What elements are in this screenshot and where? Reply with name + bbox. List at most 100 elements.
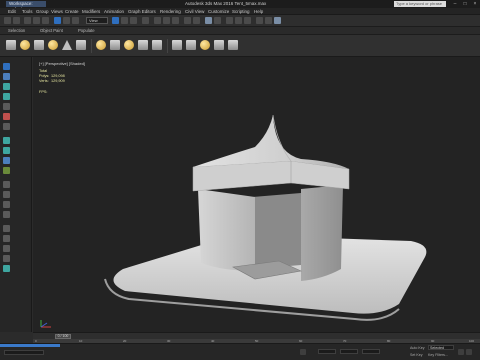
snap-icon[interactable] <box>154 17 161 24</box>
tent-right-wall <box>301 185 343 281</box>
menu-help[interactable]: Help <box>254 8 263 15</box>
rotate-icon[interactable] <box>121 17 128 24</box>
unlink-icon[interactable] <box>33 17 40 24</box>
angle-snap-icon[interactable] <box>163 17 170 24</box>
graphite-icon-2[interactable] <box>3 147 10 154</box>
lock-icon[interactable] <box>300 349 306 355</box>
menu-group[interactable]: Group <box>36 8 49 15</box>
render-setup-icon[interactable] <box>256 17 263 24</box>
tool-icon-h[interactable] <box>3 255 10 262</box>
tool-icon-a[interactable] <box>3 181 10 188</box>
timeline[interactable]: 0 / 100 0 10 20 30 40 50 60 70 80 90 100 <box>33 332 480 344</box>
ribbon-toggle-icon[interactable] <box>214 17 221 24</box>
menu-animation[interactable]: Animation <box>104 8 124 15</box>
undo-icon[interactable] <box>4 17 11 24</box>
ribbon-panel <box>0 35 480 57</box>
bind-icon[interactable] <box>42 17 49 24</box>
redo-icon[interactable] <box>13 17 20 24</box>
tool-icon-d[interactable] <box>3 211 10 218</box>
tab-populate[interactable]: Populate <box>78 28 95 34</box>
red-tool-icon[interactable] <box>3 113 10 120</box>
graphite-icon-1[interactable] <box>3 137 10 144</box>
modify-icon[interactable] <box>172 40 182 50</box>
maxscript-listener-strip[interactable] <box>0 344 60 347</box>
cone-primitive-icon[interactable] <box>62 40 72 50</box>
menu-tools[interactable]: Tools <box>22 8 33 15</box>
rendered-frame-icon[interactable] <box>265 17 272 24</box>
maxscript-input[interactable] <box>4 350 44 355</box>
select-tool-icon[interactable] <box>3 73 10 80</box>
material-editor-icon[interactable] <box>244 17 251 24</box>
minimize-icon[interactable]: – <box>450 0 460 8</box>
link-icon[interactable] <box>24 17 31 24</box>
selected-dropdown[interactable]: Selected <box>428 345 454 350</box>
sphere-primitive-icon[interactable] <box>20 40 30 50</box>
percent-snap-icon[interactable] <box>172 17 179 24</box>
graphite-icon-4[interactable] <box>3 167 10 174</box>
tab-selection[interactable]: Selection <box>8 28 25 34</box>
tool-icon-e[interactable] <box>3 225 10 232</box>
torus-primitive-icon[interactable] <box>48 40 58 50</box>
key-filters-button[interactable]: Key Filters... <box>428 353 448 357</box>
create-tab-icon[interactable] <box>3 63 10 70</box>
render-icon[interactable] <box>274 17 281 24</box>
status-bar: Auto Key Selected Set Key Key Filters... <box>0 343 480 360</box>
select-by-name-icon[interactable] <box>63 17 70 24</box>
auto-key-label[interactable]: Auto Key <box>410 346 425 350</box>
layer-manager-icon[interactable] <box>205 17 212 24</box>
set-key-label[interactable]: Set Key <box>410 353 423 357</box>
maximize-icon[interactable]: □ <box>460 0 470 8</box>
region-select-icon[interactable] <box>72 17 79 24</box>
hierarchy-icon[interactable] <box>186 40 196 50</box>
menu-scripting[interactable]: Scripting <box>232 8 250 15</box>
align-icon[interactable] <box>193 17 200 24</box>
light-icon[interactable] <box>124 40 134 50</box>
teapot-primitive-icon[interactable] <box>96 40 106 50</box>
move-icon[interactable] <box>112 17 119 24</box>
tool-icon-g[interactable] <box>3 245 10 252</box>
perspective-viewport[interactable]: [+] [Perspective] [Shaded] Total Polys: … <box>33 57 480 332</box>
menu-modifiers[interactable]: Modifiers <box>82 8 100 15</box>
menu-graph-editors[interactable]: Graph Editors <box>128 8 156 15</box>
scale-icon[interactable] <box>130 17 137 24</box>
coord-z-field[interactable] <box>362 349 380 354</box>
menu-edit[interactable]: Edit <box>8 8 16 15</box>
mirror-icon[interactable] <box>184 17 191 24</box>
plane-primitive-icon[interactable] <box>76 40 86 50</box>
search-input[interactable]: Type a keyword or phrase <box>394 1 446 7</box>
cylinder-primitive-icon[interactable] <box>34 40 44 50</box>
pivot-icon[interactable] <box>142 17 149 24</box>
curve-editor-icon[interactable] <box>226 17 233 24</box>
helper-icon[interactable] <box>152 40 162 50</box>
menu-customize[interactable]: Customize <box>208 8 229 15</box>
schematic-view-icon[interactable] <box>235 17 242 24</box>
reference-coordinate-dropdown[interactable]: View <box>86 17 108 24</box>
sub-object-icon[interactable] <box>3 103 10 110</box>
tool-icon-f[interactable] <box>3 235 10 242</box>
tool-icon-b[interactable] <box>3 191 10 198</box>
camera-icon[interactable] <box>138 40 148 50</box>
utilities-icon[interactable] <box>228 40 238 50</box>
next-frame-icon[interactable] <box>466 349 472 355</box>
tool-icon-c[interactable] <box>3 201 10 208</box>
coord-y-field[interactable] <box>340 349 358 354</box>
graphite-icon-3[interactable] <box>3 157 10 164</box>
box-primitive-icon[interactable] <box>6 40 16 50</box>
menu-views[interactable]: Views <box>51 8 63 15</box>
tab-object-paint[interactable]: Object Paint <box>40 28 63 34</box>
display-icon[interactable] <box>214 40 224 50</box>
menu-rendering[interactable]: Rendering <box>160 8 181 15</box>
paint-select-icon[interactable] <box>3 83 10 90</box>
workspace-selector[interactable]: Workspace: Default <box>6 1 46 12</box>
menu-create[interactable]: Create <box>65 8 79 15</box>
coord-x-field[interactable] <box>318 349 336 354</box>
close-icon[interactable]: × <box>470 0 480 8</box>
tool-icon-i[interactable] <box>3 265 10 272</box>
edit-poly-icon[interactable] <box>3 123 10 130</box>
play-icon[interactable] <box>458 349 464 355</box>
select-object-icon[interactable] <box>54 17 61 24</box>
menu-civil-view[interactable]: Civil View <box>185 8 204 15</box>
geosphere-primitive-icon[interactable] <box>110 40 120 50</box>
motion-icon[interactable] <box>200 40 210 50</box>
freeform-icon[interactable] <box>3 93 10 100</box>
